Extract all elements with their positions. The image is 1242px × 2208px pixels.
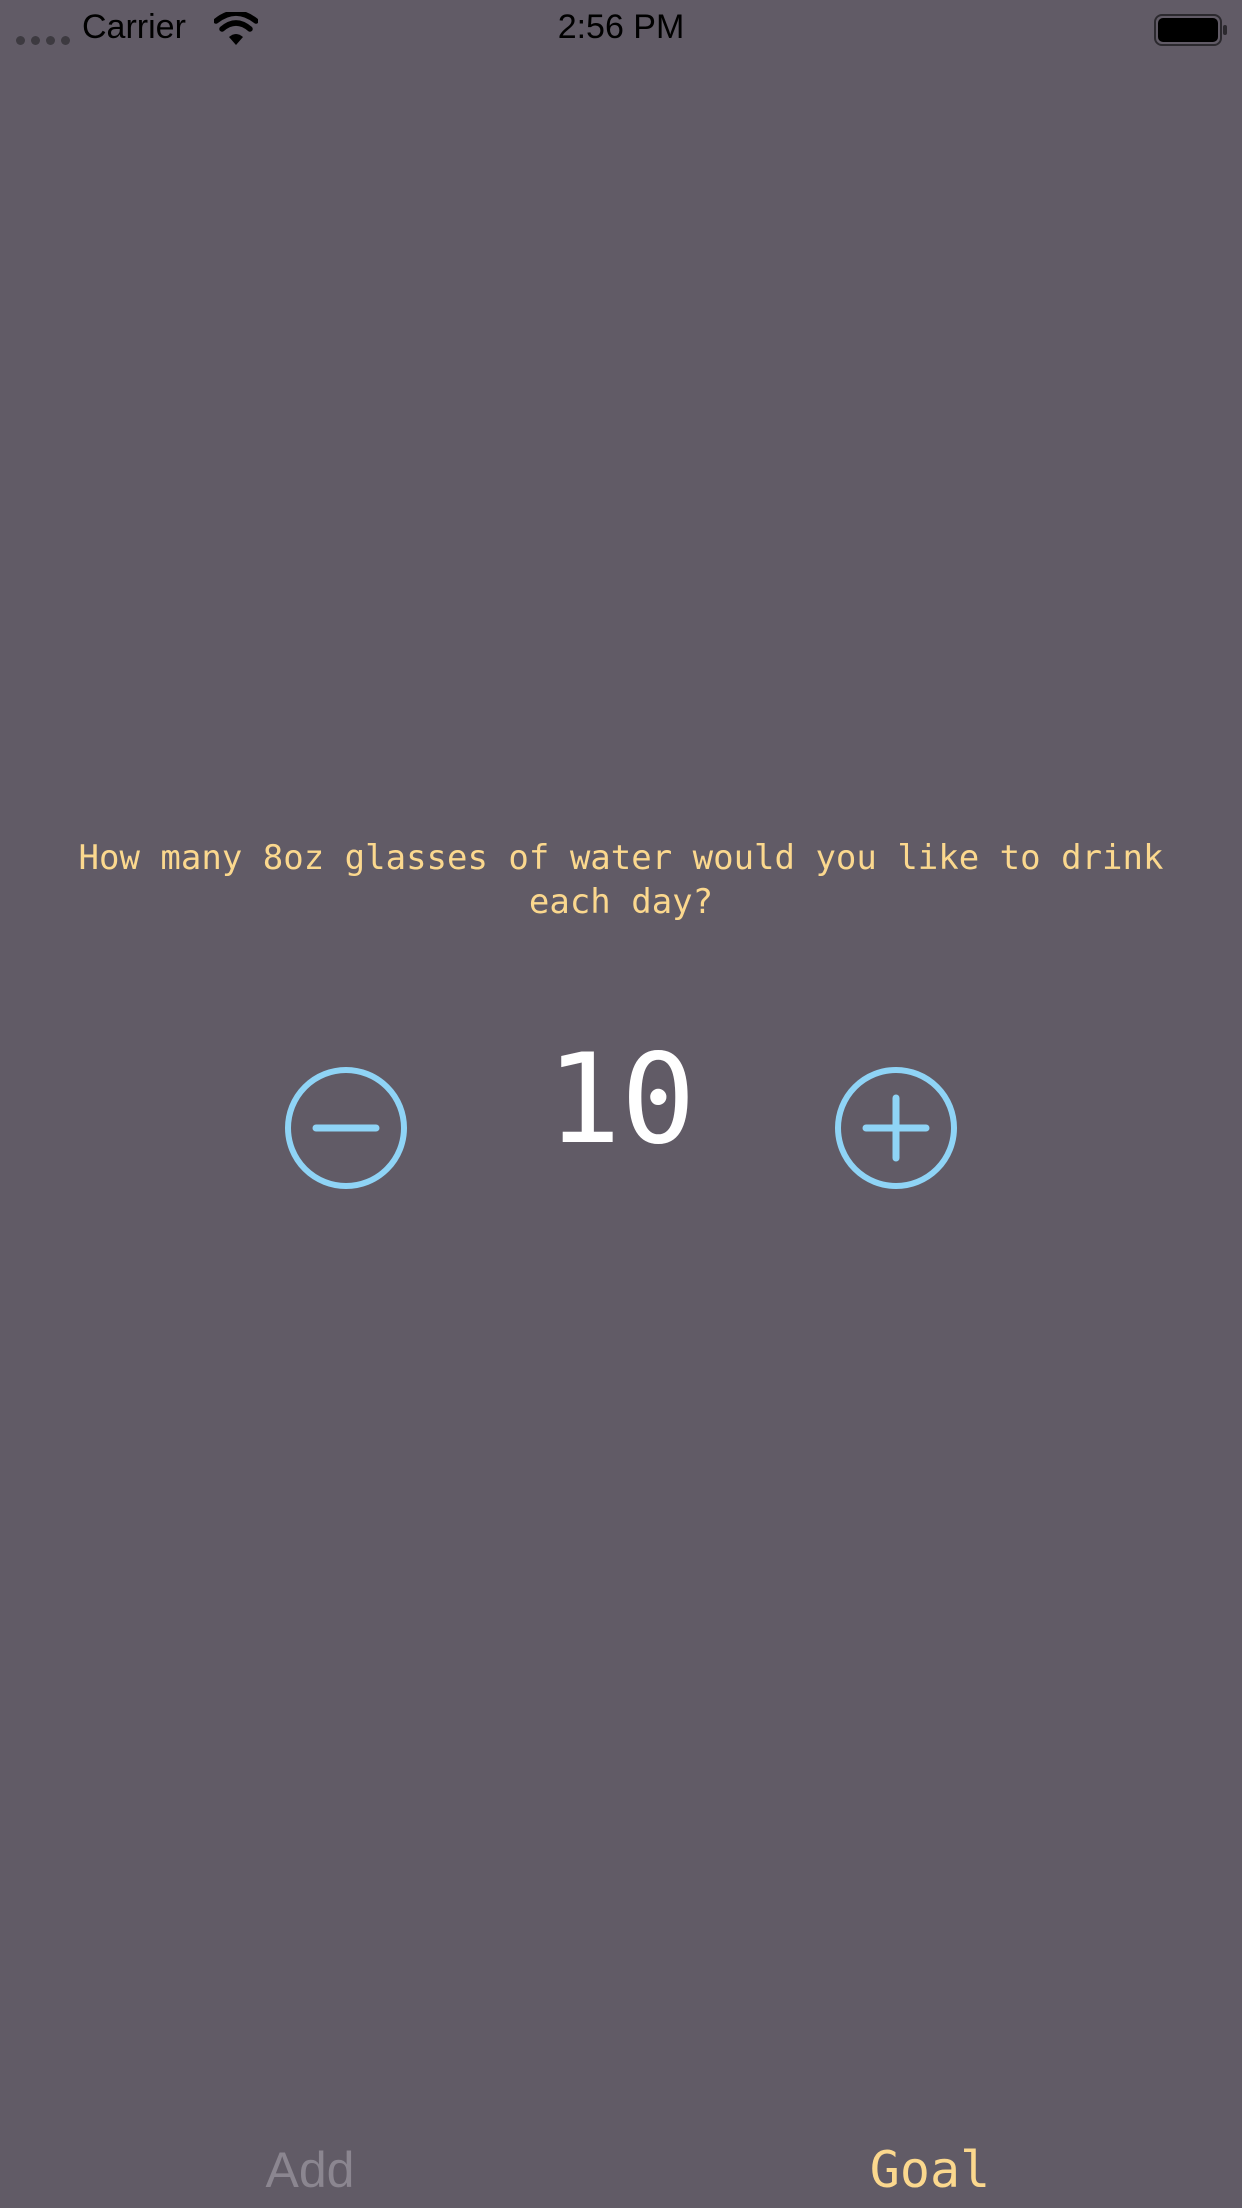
goal-question: How many 8oz glasses of water would you … xyxy=(78,838,1184,922)
decrement-button[interactable] xyxy=(284,1066,408,1190)
battery-icon xyxy=(1154,14,1227,46)
plus-circle-icon xyxy=(835,1067,957,1189)
increment-button[interactable] xyxy=(834,1066,958,1190)
status-time: 2:56 PM xyxy=(557,8,685,46)
tab-add[interactable]: Add xyxy=(160,2140,460,2200)
tab-goal[interactable]: Goal xyxy=(780,2140,1080,2200)
status-bar: Carrier 2:56 PM xyxy=(0,0,1242,60)
minus-circle-icon xyxy=(285,1067,407,1189)
goal-count: 10 xyxy=(546,1028,696,1172)
